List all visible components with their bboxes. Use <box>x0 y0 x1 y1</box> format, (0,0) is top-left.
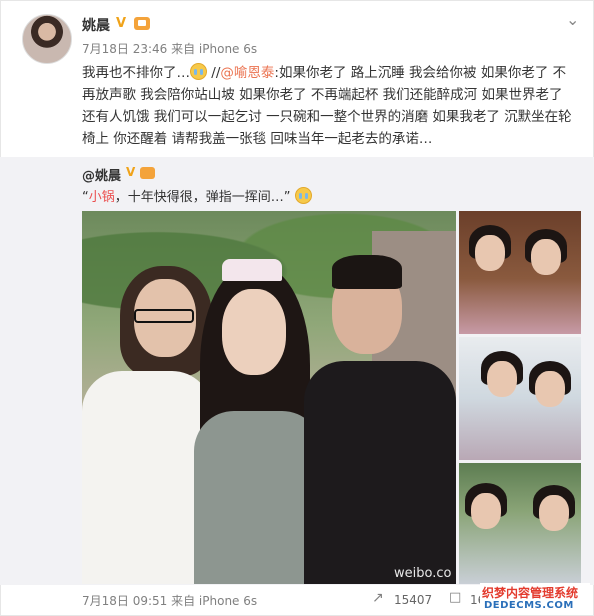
side-photo-3[interactable] <box>459 463 581 584</box>
photo-tiara <box>222 259 282 281</box>
photo-person-1 <box>82 371 212 584</box>
main-photo[interactable]: weibo.co <box>82 211 456 584</box>
photo-person-3-hair <box>332 255 402 289</box>
post-meta[interactable]: 7月18日 23:46 来自 iPhone 6s <box>82 40 257 57</box>
chevron-down-icon[interactable]: ⌄ <box>566 10 579 29</box>
repost-username[interactable]: @姚晨 <box>82 165 121 184</box>
side-photo-1-face-b <box>531 239 561 275</box>
side-photo-3-face-b <box>539 495 569 531</box>
share-icon[interactable]: ↗ <box>372 590 384 606</box>
comment-icon[interactable]: □ <box>449 590 461 605</box>
repost-meta[interactable]: 7月18日 09:51 来自 iPhone 6s <box>82 592 257 609</box>
post-text: 我再也不排你了… //@喻恩泰:如果你老了 路上沉睡 我会给你被 如果你老了 不… <box>82 62 577 150</box>
post-text-part-1: 我再也不排你了… <box>82 65 190 81</box>
site-watermark-title: 织梦内容管理系统 <box>482 586 579 600</box>
repost-count[interactable]: 15407 <box>394 593 432 607</box>
photo-glasses <box>134 309 194 323</box>
vip-crown-icon <box>134 17 150 30</box>
mention-link[interactable]: @喻恩泰 <box>220 65 274 81</box>
quote-open: “ <box>82 190 89 205</box>
repost-verified-icon: V <box>126 165 136 179</box>
repost-vip-crown-icon <box>140 167 155 179</box>
crying-emoji-icon <box>294 187 312 204</box>
photo-person-2 <box>194 411 322 584</box>
weibo-watermark: weibo.co <box>394 566 452 581</box>
verified-icon: V <box>116 16 127 31</box>
side-photo-2[interactable] <box>459 337 581 460</box>
side-photo-2-face-a <box>487 361 517 397</box>
quote-nickname: 小锅 <box>88 190 115 205</box>
repost-text: “小锅，十年快得很，弹指一挥间…” <box>82 186 312 205</box>
photo-person-2-face <box>222 289 286 375</box>
user-avatar[interactable] <box>22 14 72 64</box>
crying-emoji-icon <box>190 63 207 80</box>
quote-text: ，十年快得很，弹指一挥间…” <box>114 190 291 205</box>
side-photo-1-face-a <box>475 235 505 271</box>
post-username[interactable]: 姚晨 <box>82 15 110 35</box>
photo-person-3 <box>304 361 456 584</box>
side-photo-1[interactable] <box>459 211 581 334</box>
side-photo-2-face-b <box>535 371 565 407</box>
side-photo-3-face-a <box>471 493 501 529</box>
site-watermark-url: DEDECMS.COM <box>484 600 574 611</box>
